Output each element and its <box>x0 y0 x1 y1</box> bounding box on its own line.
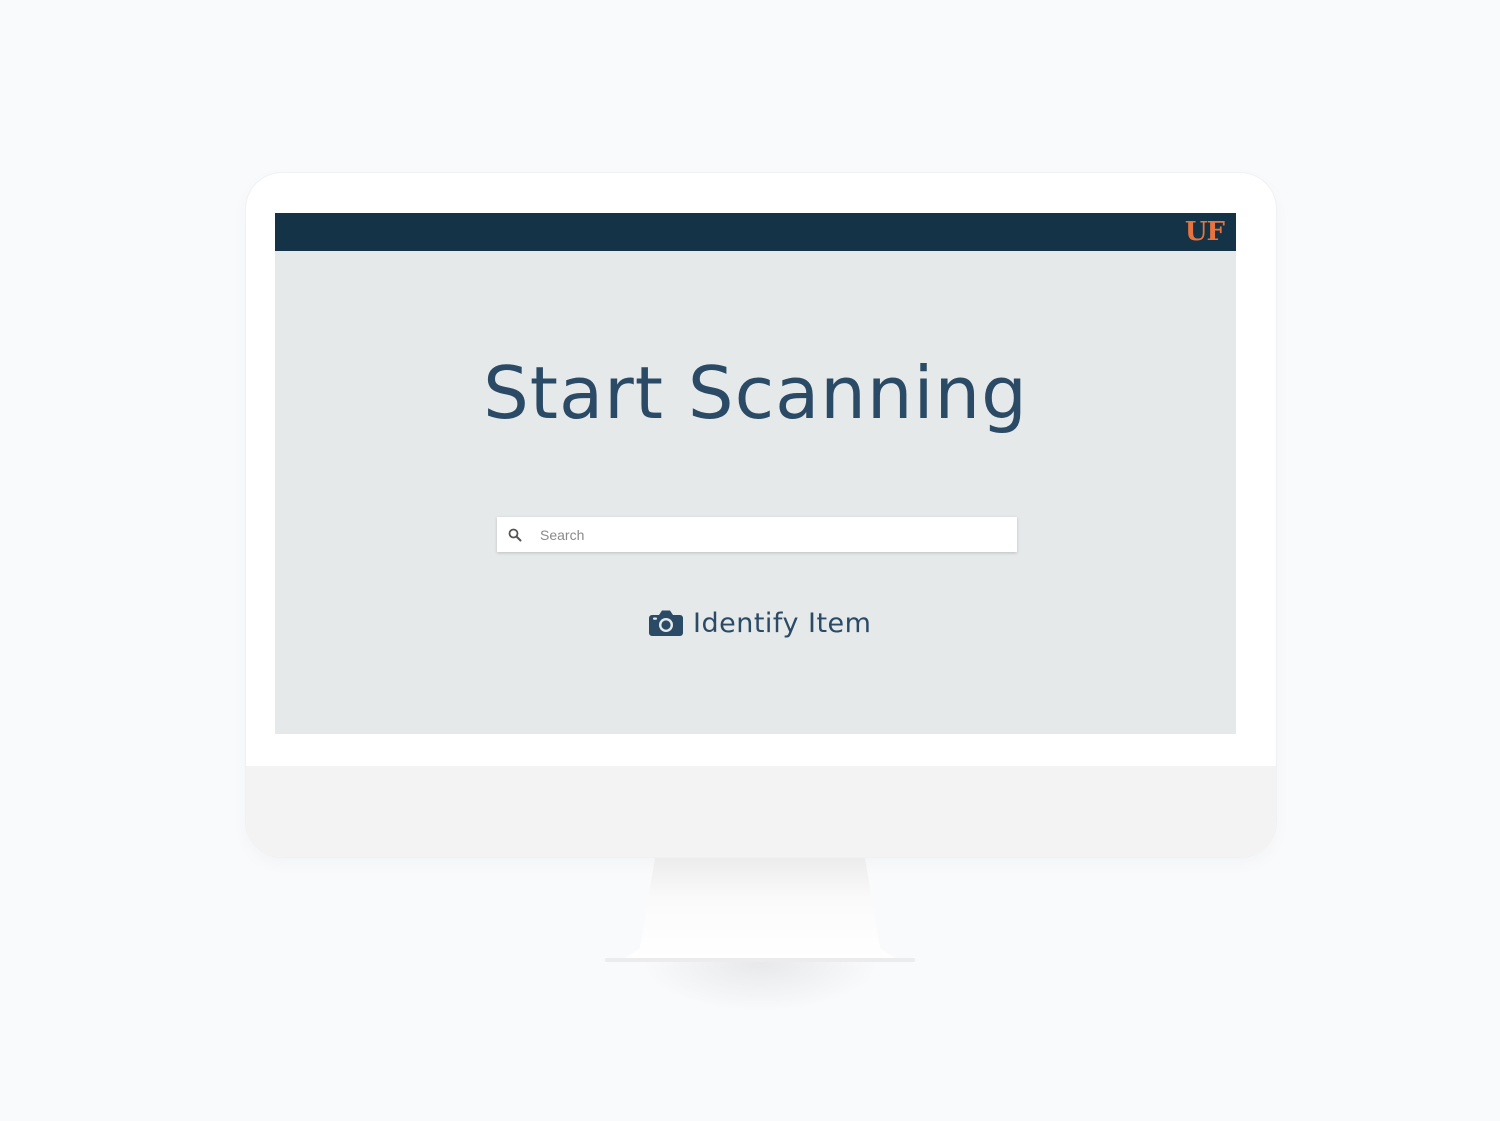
stand-shadow <box>640 962 880 1012</box>
identify-item-button[interactable]: Identify Item <box>649 603 871 643</box>
search-input[interactable] <box>538 525 1002 544</box>
uf-logo: UF <box>1184 217 1225 247</box>
top-bar: UF <box>275 213 1236 251</box>
identify-item-label: Identify Item <box>693 607 872 639</box>
search-icon <box>507 527 523 543</box>
page-title: Start Scanning <box>483 351 1028 435</box>
monitor-chin <box>246 766 1276 857</box>
camera-icon <box>649 608 685 638</box>
monitor-stand <box>625 858 895 958</box>
app-screen: UF Start Scanning Identify Item <box>275 213 1236 734</box>
search-bar[interactable] <box>497 517 1017 552</box>
